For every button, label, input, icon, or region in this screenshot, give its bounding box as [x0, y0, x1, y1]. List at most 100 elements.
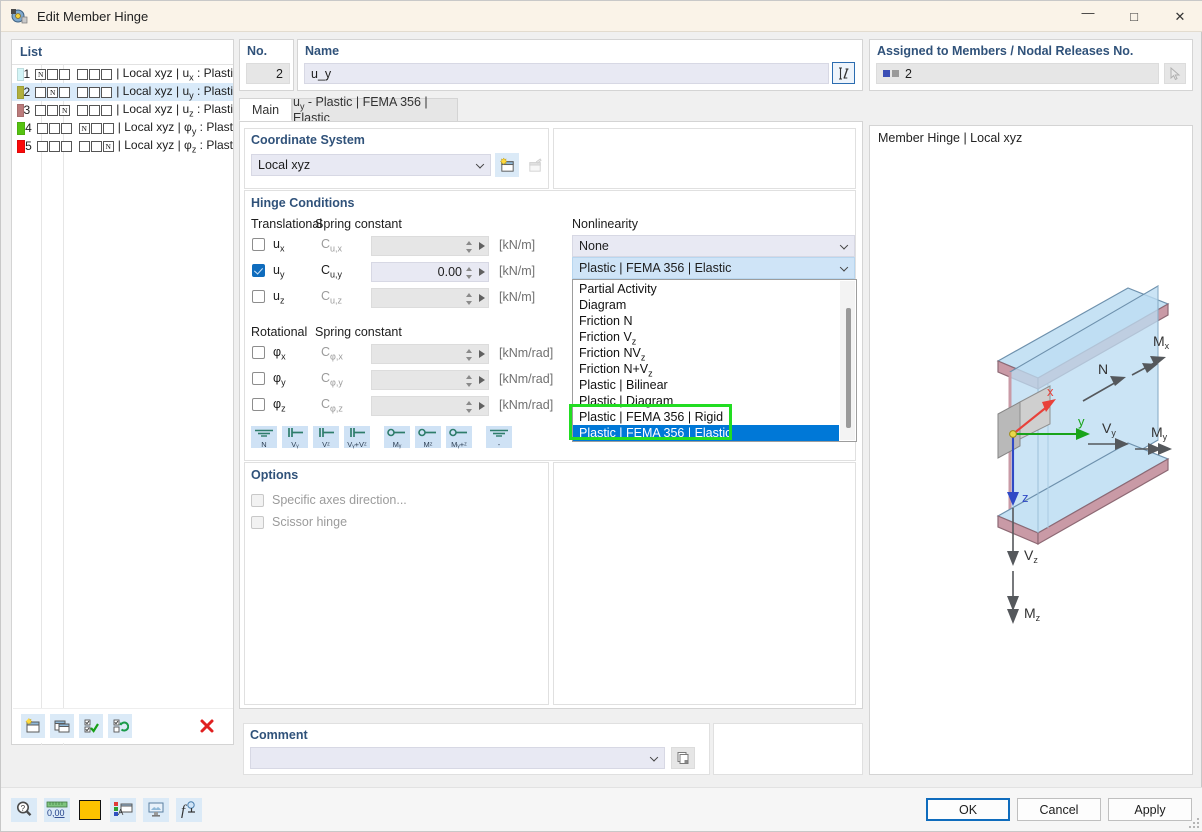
list-item[interactable]: 5N| Local xyz | φz : Plast — [12, 137, 233, 155]
new-coordinate-system-icon — [499, 157, 516, 174]
number-input: 2 — [246, 63, 290, 84]
list-item[interactable]: 3N| Local xyz | uz : Plasti — [12, 101, 233, 119]
spinner-arrows-icon[interactable] — [466, 291, 475, 307]
name-input[interactable]: u_y — [304, 63, 829, 84]
hinge-preset-vz[interactable]: Vᶻ — [313, 426, 339, 448]
resize-grip[interactable] — [1189, 818, 1199, 828]
spinner-arrows-icon[interactable] — [466, 347, 475, 363]
dropdown-option[interactable]: Friction Vz — [573, 329, 839, 345]
delete-hinge-button[interactable] — [195, 714, 219, 738]
spinner-play-icon[interactable] — [479, 242, 485, 250]
dof-box — [35, 87, 46, 98]
tab-main[interactable]: Main — [239, 98, 292, 121]
spinner-arrows-icon[interactable] — [466, 373, 475, 389]
translational-checkbox-y[interactable] — [252, 264, 265, 277]
close-button[interactable]: ✕ — [1157, 1, 1202, 32]
minimize-button[interactable]: — — [1065, 1, 1111, 32]
hinge-preset-n[interactable]: N — [251, 426, 277, 448]
pick-in-graphic-button[interactable] — [1164, 63, 1186, 84]
list-item-color-swatch — [17, 140, 25, 153]
hinge-preset-my-mz[interactable]: Mᵧ+ᶻ — [446, 426, 472, 448]
spinner-play-icon[interactable] — [479, 350, 485, 358]
assigned-input[interactable]: 2 — [876, 63, 1159, 84]
hinge-list[interactable]: 1N| Local xyz | ux : Plasti2N| Local xyz… — [12, 65, 233, 155]
refresh-selection-button[interactable] — [108, 714, 132, 738]
dropdown-scrollbar-thumb[interactable] — [846, 308, 851, 428]
option-checkbox-1[interactable] — [251, 516, 264, 529]
rotational-label-y: φy — [273, 371, 286, 388]
hinge-preset-vy-vz[interactable]: Vᵧ+Vᶻ — [344, 426, 370, 448]
spinner-play-icon[interactable] — [479, 376, 485, 384]
list-item-dof-boxes: N — [35, 87, 112, 98]
rotational-checkbox-z[interactable] — [252, 398, 265, 411]
hinge-preset-vy-label: Vᵧ — [291, 441, 298, 448]
hinge-preset-vy[interactable]: Vᵧ — [282, 426, 308, 448]
list-item[interactable]: 4N| Local xyz | φy : Plast — [12, 119, 233, 137]
hinge-preset-my[interactable]: Mᵧ — [384, 426, 410, 448]
name-edit-button[interactable] — [832, 62, 855, 84]
translational-checkbox-z[interactable] — [252, 290, 265, 303]
dropdown-option[interactable]: Plastic | FEMA 356 | Rigid — [573, 409, 839, 425]
dropdown-option[interactable]: Diagram — [573, 297, 839, 313]
dropdown-option[interactable]: Plastic | Diagram — [573, 393, 839, 409]
translational-constant-symbol-z: Cu,z — [321, 289, 342, 306]
tab-nonlinearity[interactable]: uy - Plastic | FEMA 356 | Elastic — [292, 98, 458, 121]
new-coordinate-system-button[interactable] — [495, 153, 519, 177]
hinge-preset-vy-vz-label: Vᵧ+Vᶻ — [347, 441, 366, 448]
dropdown-option[interactable]: Partial Activity — [573, 281, 839, 297]
dof-box — [77, 69, 88, 80]
option-checkbox-0[interactable] — [251, 494, 264, 507]
new-hinge-button[interactable] — [21, 714, 45, 738]
list-title: List — [12, 40, 233, 62]
cancel-button[interactable]: Cancel — [1017, 798, 1101, 821]
comment-input[interactable] — [250, 747, 665, 769]
select-all-button[interactable] — [79, 714, 103, 738]
color-button[interactable] — [77, 798, 103, 822]
maximize-button[interactable]: □ — [1111, 1, 1157, 32]
option-row[interactable]: Scissor hinge — [251, 511, 407, 533]
hinge-preset-mz[interactable]: Mᶻ — [415, 426, 441, 448]
spinner-arrows-icon[interactable] — [466, 265, 475, 281]
hinge-preset-none[interactable]: - — [486, 426, 512, 448]
formula-button[interactable]: f — [176, 798, 202, 822]
decimals-button[interactable]: 0,00 — [44, 798, 70, 822]
translational-checkbox-x[interactable] — [252, 238, 265, 251]
nonlinearity-dropdown[interactable]: Partial ActivityDiagramFriction NFrictio… — [572, 279, 857, 442]
hinge-preset-buttons: N Vᵧ Vᶻ Vᵧ+Vᶻ MᵧMᶻMᵧ+ᶻ- — [251, 426, 512, 448]
maximize-icon: □ — [1130, 10, 1138, 23]
spinner-play-icon[interactable] — [479, 268, 485, 276]
dropdown-option[interactable]: Plastic | FEMA 356 | Elastic — [573, 425, 839, 441]
dof-box — [101, 69, 112, 80]
rotational-spring-input-x — [371, 344, 489, 364]
spinner-arrows-icon[interactable] — [466, 399, 475, 415]
rotational-checkbox-x[interactable] — [252, 346, 265, 359]
comment-copy-button[interactable] — [671, 747, 695, 769]
display-properties-button[interactable]: A — [110, 798, 136, 822]
help-search-button[interactable]: ? — [11, 798, 37, 822]
nonlinearity-combo-open[interactable]: Plastic | FEMA 356 | Elastic — [572, 257, 855, 279]
translational-spring-input-y[interactable]: 0.00 — [371, 262, 489, 282]
dropdown-option[interactable]: Friction NVz — [573, 345, 839, 361]
dropdown-option[interactable]: Friction N — [573, 313, 839, 329]
rotational-checkbox-y[interactable] — [252, 372, 265, 385]
list-item-label: | Local xyz | ux : Plasti — [112, 66, 233, 82]
dropdown-option[interactable]: Friction N+Vz — [573, 361, 839, 377]
nonlinearity-select[interactable]: None — [572, 235, 855, 257]
list-item-number: 3 — [24, 103, 36, 117]
render-button[interactable] — [143, 798, 169, 822]
spinner-play-icon[interactable] — [479, 294, 485, 302]
dropdown-option[interactable]: Plastic | Bilinear — [573, 377, 839, 393]
list-item-dof-boxes: N — [37, 141, 114, 152]
dof-box — [59, 87, 70, 98]
copy-hinge-button[interactable] — [50, 714, 74, 738]
ok-button[interactable]: OK — [926, 798, 1010, 821]
list-item[interactable]: 1N| Local xyz | ux : Plasti — [12, 65, 233, 83]
list-item[interactable]: 2N| Local xyz | uy : Plasti — [12, 83, 233, 101]
coordinate-system-select[interactable]: Local xyz — [251, 154, 491, 176]
apply-button[interactable]: Apply — [1108, 798, 1192, 821]
rotational-unit-y: [kNm/rad] — [499, 372, 553, 386]
spinner-arrows-icon[interactable] — [466, 239, 475, 255]
spinner-play-icon[interactable] — [479, 402, 485, 410]
option-row[interactable]: Specific axes direction... — [251, 489, 407, 511]
rotational-unit-x: [kNm/rad] — [499, 346, 553, 360]
